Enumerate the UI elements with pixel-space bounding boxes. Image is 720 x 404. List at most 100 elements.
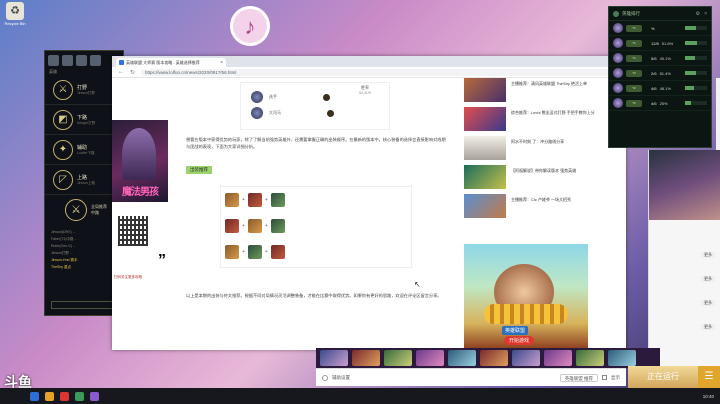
close-icon[interactable]: × (704, 11, 707, 17)
item-row: + + (221, 213, 411, 239)
news-title: 主播推荐：清风英雄联盟 TheShy 绝活上单 (511, 81, 588, 86)
rank-value: 12/8 (651, 40, 659, 46)
role-label: 上路 (77, 174, 88, 181)
champion-icon (613, 68, 623, 78)
rune-icon (323, 93, 330, 101)
plus-icon: + (264, 223, 268, 229)
client-footer-button[interactable] (51, 301, 115, 309)
recommend-select[interactable]: 英雄联盟 推荐 (559, 373, 598, 382)
winrate-bar (685, 71, 707, 75)
news-title: 主播推荐：Clc 卢姥爷 一场大招秀 (511, 197, 571, 202)
news-item[interactable]: 主播推荐：清风英雄联盟 TheShy 绝活上单 (464, 78, 614, 106)
reload-icon[interactable]: ↻ (130, 69, 135, 76)
wallpaper-art: ♪ (120, 0, 360, 48)
rank-value: % (651, 25, 655, 31)
settings-icon[interactable]: ⚙ (696, 11, 700, 17)
pick-table: 胜率 52.41% 选手 大司马 (240, 82, 390, 130)
news-item[interactable]: 主播推荐：Clc 卢姥爷 一场大招秀 (464, 194, 614, 222)
global-sub: 中路 (91, 210, 99, 215)
champion-thumb[interactable] (352, 350, 380, 366)
item-icon (270, 245, 285, 259)
assist-settings-label[interactable]: 辅助设置 (332, 375, 350, 381)
app-taskbar-icon[interactable] (90, 391, 99, 401)
champion-thumb[interactable] (512, 350, 540, 366)
folder-taskbar-icon[interactable] (45, 391, 54, 401)
rank-row[interactable]: T2 2/6 51.4% (609, 66, 711, 81)
checkbox-label: 显示 (611, 374, 620, 380)
page-content: 胜率 52.41% 选手 大司马 想要在版本中获得优势的玩家，除了了解当前强势英… (172, 78, 622, 350)
desktop-recycle-icon[interactable]: ♻ Recycle Bin (4, 2, 26, 26)
support-icon: ✦ (53, 139, 73, 160)
item-icon (225, 245, 239, 259)
top-lane-icon: ◸ (53, 169, 73, 190)
champion-thumb[interactable] (576, 350, 604, 366)
running-button[interactable]: 正在运行 (628, 366, 698, 388)
avatar[interactable] (62, 54, 73, 66)
pick-name: 选手 (269, 94, 277, 99)
tier-badge: T1 (626, 54, 642, 62)
champion-thumb[interactable] (320, 350, 348, 366)
item-icon (247, 193, 262, 207)
champion-thumb[interactable] (544, 350, 572, 366)
role-label: 辅助 (77, 144, 88, 151)
item-icon (247, 219, 262, 233)
avatar[interactable] (76, 54, 87, 66)
avatar[interactable] (48, 54, 59, 66)
winrate-fill (685, 86, 695, 90)
section-highlight: 出装推荐 (186, 166, 212, 174)
quote-mark: ” (158, 252, 166, 269)
news-item[interactable]: 综合推荐：Lechi 熊出没式打野 手把手教你上分 (464, 107, 614, 135)
game-ad-banner[interactable]: 英雄联盟 开始游戏 (464, 244, 588, 350)
rank-row[interactable]: T1 12/8 51.6% (609, 36, 711, 51)
more-line: 更多 (651, 298, 719, 308)
note-line: Jinwon(DRX) ... (51, 230, 76, 234)
item-icon (270, 193, 285, 207)
more-button[interactable]: 更多 (701, 300, 715, 306)
browser-window: 英雄联盟 大师赛 版本攻略 - 英雄选择推荐 × ← ↻ https://www… (112, 56, 720, 350)
winrate-bar (685, 86, 707, 90)
rank-row[interactable]: T1% (609, 21, 711, 36)
more-line: 更多 (651, 322, 719, 332)
role-sub: Jinwon打野 (77, 90, 95, 95)
rank-row[interactable]: T1 5/6 49.1% (609, 51, 711, 66)
news-item[interactable]: 【阿祖解说】带你解读版本 强势英雄 (464, 165, 614, 193)
ad-play-button[interactable]: 开始游戏 (504, 336, 535, 345)
desktop-icon-label: Recycle Bin (4, 21, 26, 26)
more-button[interactable]: 更多 (701, 324, 715, 330)
champion-strip (316, 348, 660, 368)
champion-icon (613, 38, 623, 48)
more-button[interactable]: 更多 (701, 276, 715, 282)
champion-thumb[interactable] (480, 350, 508, 366)
jungle-icon: ⚔ (53, 79, 73, 100)
browser-taskbar-icon[interactable] (30, 391, 39, 401)
champion-thumb[interactable] (448, 350, 476, 366)
champion-thumb[interactable] (384, 350, 412, 366)
url-input[interactable]: https://www.lolfun.cn/news/2020/0917/56.… (141, 68, 620, 76)
browser-tabbar: 英雄联盟 大师赛 版本攻略 - 英雄选择推荐 × (112, 56, 626, 67)
plus-icon: + (264, 197, 268, 203)
more-button[interactable]: 更多 (701, 252, 715, 258)
toggle-icon[interactable] (322, 374, 328, 381)
browser-tab[interactable]: 英雄联盟 大师赛 版本攻略 - 英雄选择推荐 × (116, 58, 226, 67)
rank-row[interactable]: T2 4/6 48.1% (609, 81, 711, 96)
menu-icon[interactable]: ☰ (698, 366, 720, 388)
game-taskbar-icon[interactable] (60, 391, 69, 401)
back-icon[interactable]: ← (118, 69, 124, 75)
rank-title: 英雄排行 (622, 10, 640, 16)
right-client-panel: 更多 更多 更多 更多 (648, 150, 720, 366)
article-paragraph: 以上是本期的出装与符文推荐。根据不同对局情况灵活调整装备，才能在比赛中取得优势。… (186, 293, 442, 298)
note-line: Jinwon打野 ... (51, 251, 73, 255)
poster-title: 魔法男孩 (122, 187, 159, 198)
winrate-bar (685, 101, 707, 105)
news-sidebar: 主播推荐：清风英雄联盟 TheShy 绝活上单 综合推荐：Lechi 熊出没式打… (464, 78, 614, 350)
champion-thumb[interactable] (416, 350, 444, 366)
checkbox[interactable] (602, 375, 607, 380)
chat-taskbar-icon[interactable] (75, 391, 84, 401)
close-icon[interactable]: × (220, 60, 223, 66)
rank-row[interactable]: T2 4/6 25% (609, 96, 711, 111)
avatar[interactable] (90, 54, 101, 66)
champion-thumb[interactable] (608, 350, 636, 366)
news-item[interactable]: 阿水不时刻 了：冲分路线分享 (464, 136, 614, 164)
mouse-cursor-icon: ↖ (414, 280, 421, 289)
champion-icon (613, 98, 623, 108)
